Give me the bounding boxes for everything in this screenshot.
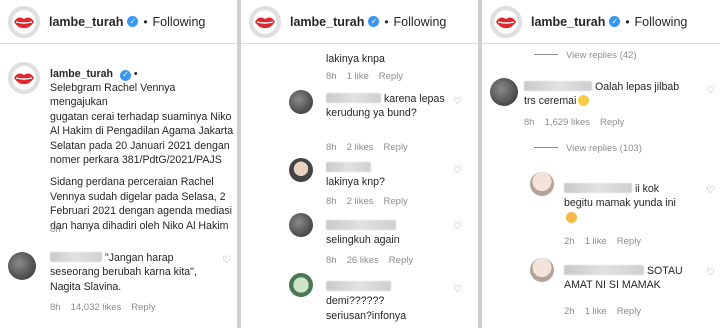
reply-button[interactable]: Reply <box>131 302 155 313</box>
caption-avatar[interactable] <box>8 62 40 94</box>
reply-button[interactable]: Reply <box>379 71 403 82</box>
heart-icon[interactable]: ♡ <box>706 186 716 196</box>
commenter-avatar[interactable] <box>289 213 313 237</box>
reply-button[interactable]: Reply <box>617 236 641 247</box>
reply-button[interactable]: Reply <box>384 142 408 153</box>
heart-icon[interactable]: ♡ <box>706 86 716 96</box>
verified-icon: ✓ <box>609 16 621 27</box>
comment-meta: 8h 2 likes Reply <box>326 142 408 153</box>
reply-meta: 2h 1 like Reply <box>564 236 642 247</box>
username[interactable]: lambe_turah <box>531 15 605 29</box>
commenter-avatar[interactable] <box>490 78 518 106</box>
post-header: lambe_turah ✓ • Following <box>241 0 478 44</box>
comment-text: demi?????? seriusan?infonya <box>326 280 451 323</box>
reply-button[interactable]: Reply <box>384 196 408 207</box>
following-button[interactable]: Following <box>153 15 206 29</box>
heart-icon[interactable]: ♡ <box>453 285 463 295</box>
reply-text: ii kok begitu mamak yunda ini <box>564 182 704 225</box>
post-header: lambe_turah ✓ • Following <box>0 0 237 44</box>
panel-2: lambe_turah ✓ • Following lakinya knpa 8… <box>241 0 478 328</box>
lips-logo-icon[interactable] <box>8 5 40 38</box>
reply-button[interactable]: Reply <box>389 255 413 266</box>
heart-icon[interactable]: ♡ <box>453 166 463 176</box>
blurred-username <box>50 252 102 262</box>
commenter-avatar[interactable] <box>530 172 554 196</box>
following-button[interactable]: Following <box>635 15 688 29</box>
commenter-avatar[interactable] <box>289 273 313 297</box>
reply-meta: 2h 1 like Reply <box>564 306 642 317</box>
verified-icon: ✓ <box>127 16 139 27</box>
view-replies-button[interactable]: View replies (42) <box>534 50 637 61</box>
reply-button[interactable]: Reply <box>600 117 624 128</box>
commenter-avatar[interactable] <box>530 258 554 282</box>
panel-3: lambe_turah ✓ • Following View replies (… <box>482 0 720 328</box>
comment-text: "Jangan harap seseorang berubah karna ki… <box>50 252 197 293</box>
comment-meta: 8h 2 likes Reply <box>326 196 408 207</box>
caption-author[interactable]: lambe_turah ✓ • <box>50 67 138 81</box>
post-header: lambe_turah ✓ • Following <box>482 0 720 44</box>
comment-text: lakinya knp? <box>326 161 385 190</box>
username[interactable]: lambe_turah <box>49 15 123 29</box>
comment-meta: 8h 26 likes Reply <box>326 255 414 266</box>
separator-dot: • <box>143 14 148 29</box>
view-replies-button[interactable]: View replies (103) <box>534 143 642 154</box>
username[interactable]: lambe_turah <box>290 15 364 29</box>
commenter-avatar[interactable] <box>289 90 313 114</box>
reply-text: SOTAU AMAT NI SI MAMAK <box>564 265 683 292</box>
heart-icon[interactable]: ♡ <box>453 222 463 232</box>
comment-text: selingkuh again <box>326 219 400 248</box>
commenter-avatar[interactable] <box>289 158 313 182</box>
verified-icon: ✓ <box>119 69 131 81</box>
lips-logo-icon[interactable] <box>490 5 522 38</box>
caption-time: 8h <box>50 224 61 235</box>
sad-emoji-icon <box>566 211 577 223</box>
comment-text: karena lepas kerudung ya bund? <box>326 93 445 120</box>
commenter-avatar[interactable] <box>8 252 36 280</box>
comment-meta: 8h 14,032 likes Reply <box>50 302 156 313</box>
reply-button[interactable]: Reply <box>617 306 641 317</box>
caption-text: Selebgram Rachel Vennya mengajukan gugat… <box>50 82 234 232</box>
likes-count[interactable]: 14,032 likes <box>71 302 122 313</box>
comment-meta: 8h 1 like Reply <box>326 71 404 82</box>
heart-icon[interactable]: ♡ <box>706 268 716 278</box>
comment-meta: 8h 1,629 likes Reply <box>524 117 625 128</box>
verified-icon: ✓ <box>368 16 380 27</box>
comment-text: lakinya knpa <box>326 53 385 65</box>
comment-text: Oalah lepas jilbab trs ceremai <box>524 81 680 108</box>
heart-icon[interactable]: ♡ <box>222 256 232 266</box>
laughing-emoji-icon <box>578 95 590 107</box>
following-button[interactable]: Following <box>394 15 447 29</box>
panel-1: lambe_turah ✓ • Following lambe_turah ✓ … <box>0 0 237 328</box>
lips-logo-icon[interactable] <box>249 5 281 38</box>
heart-icon[interactable]: ♡ <box>453 97 463 107</box>
